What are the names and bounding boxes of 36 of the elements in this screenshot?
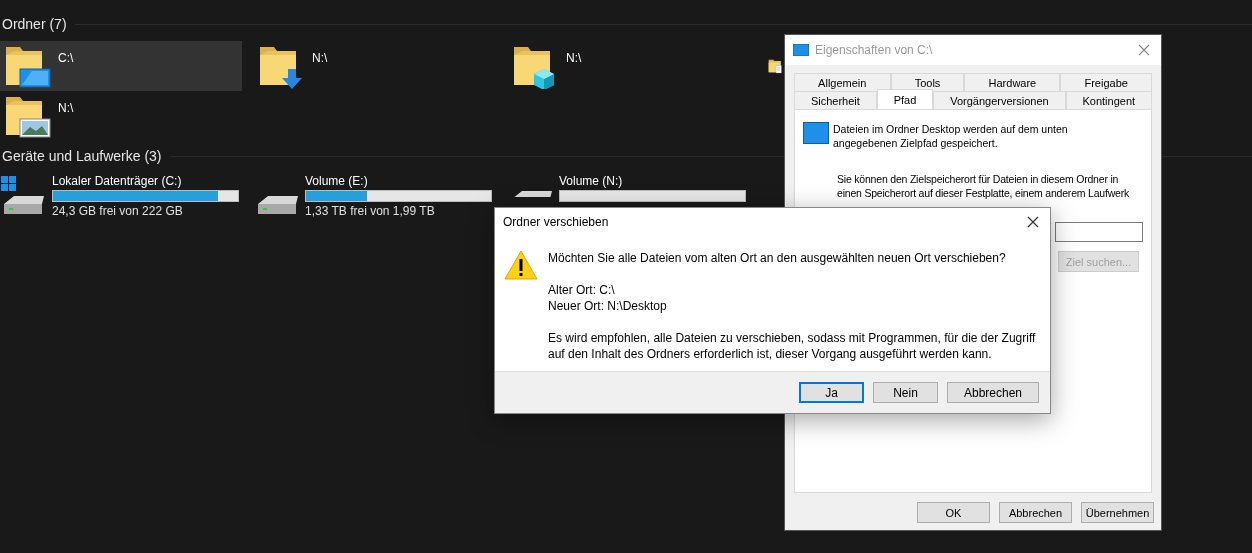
new-location-text: Neuer Ort: N:\Desktop bbox=[548, 298, 668, 314]
drive-space-text: 1,33 TB frei von 1,99 TB bbox=[305, 204, 436, 218]
description-text: Sie können den Zielspeicherort für Dateien in diesem Ordner in einen Speicherort auf dieser Festplatte, einem anderem Laufwerk bbox=[836, 172, 1131, 200]
dialog-button[interactable]: Nein bbox=[873, 382, 938, 403]
tab[interactable]: Pfad bbox=[876, 89, 934, 109]
tab[interactable]: Freigabe bbox=[1060, 73, 1152, 91]
folder-item[interactable]: N:\ bbox=[0, 91, 242, 141]
path-field[interactable] bbox=[1055, 222, 1143, 242]
dialog-title: Ordner verschieben bbox=[503, 215, 609, 229]
old-location-text: Alter Ort: C:\ bbox=[548, 282, 616, 298]
info-text: Dateien im Ordner Desktop werden auf dem unten angegebenen Zielpfad gespeichert. bbox=[833, 122, 1069, 150]
tab[interactable]: Allgemein bbox=[794, 73, 891, 91]
dialog-button[interactable]: OK bbox=[917, 502, 990, 523]
tab[interactable]: Sicherheit bbox=[794, 91, 877, 109]
drive-name: Lokaler Datenträger (C:) bbox=[52, 174, 183, 188]
question-text: Möchten Sie alle Dateien vom alten Ort an den ausgewählten neuen Ort verschieben? bbox=[548, 250, 1007, 266]
drive-name: Volume (E:) bbox=[305, 174, 369, 188]
folder-item[interactable]: N:\ bbox=[508, 41, 750, 91]
dialog-button[interactable]: Abbrechen bbox=[947, 382, 1039, 403]
recommendation-text: Es wird empfohlen, alle Dateien zu verschieben, sodass mit Programmen, für die der Zugriff auf den Inhalt des Ordners erforderlich ist, dieser Vorgang ausgeführt werden kann. bbox=[548, 330, 1037, 362]
dialog-button[interactable]: Ja bbox=[799, 382, 864, 403]
dialog-button[interactable]: Abbrechen bbox=[999, 502, 1072, 523]
drive-window-icon bbox=[793, 44, 809, 56]
folder-item[interactable]: C:\ bbox=[0, 41, 242, 91]
tab[interactable]: Vorgängerversionen bbox=[933, 91, 1066, 109]
drive-space-text: 24,3 GB frei von 222 GB bbox=[52, 204, 184, 218]
folder-item[interactable]: N:\ bbox=[254, 41, 496, 91]
warning-icon bbox=[504, 250, 538, 280]
section-heading: Ordner (7) bbox=[1, 16, 67, 32]
window-title: Eigenschaften von C:\ bbox=[815, 43, 934, 57]
tab[interactable]: Hardware bbox=[964, 73, 1061, 91]
drive-name: Volume (N:) bbox=[559, 174, 624, 188]
dialog-button[interactable]: Übernehmen bbox=[1081, 502, 1154, 523]
section-heading: Geräte und Laufwerke (3) bbox=[1, 148, 162, 164]
tab[interactable]: Kontingent bbox=[1065, 91, 1152, 109]
tab[interactable]: Tools bbox=[890, 73, 965, 91]
